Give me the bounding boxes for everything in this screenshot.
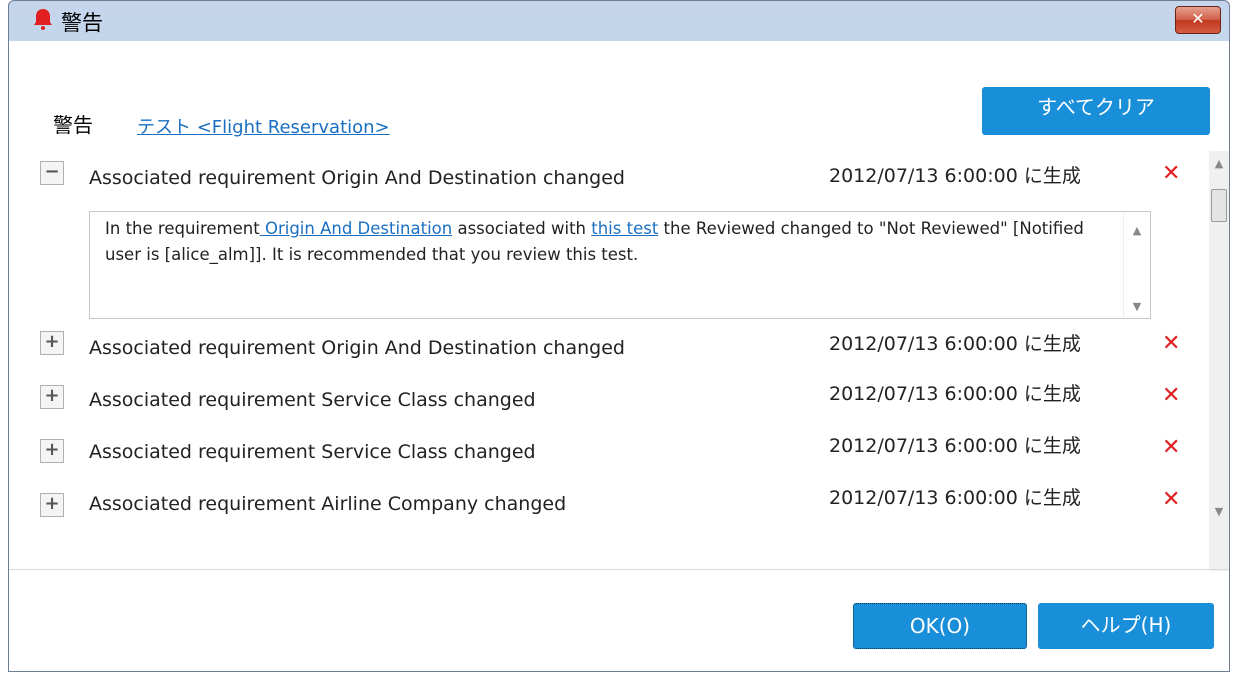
window-title: 警告 <box>61 11 103 35</box>
alert-detail-text: In the requirement Origin And Destinatio… <box>105 216 1115 268</box>
detail-scrollbar[interactable]: ▲ ▼ <box>1123 212 1150 318</box>
delete-alert-button[interactable]: ✕ <box>1162 435 1180 460</box>
ok-button[interactable]: OK(O) <box>853 603 1027 649</box>
expand-toggle[interactable]: + <box>40 493 64 517</box>
alert-date: 2012/07/13 6:00:00 に生成 <box>829 435 1081 457</box>
alert-title: Associated requirement Service Class cha… <box>89 441 536 463</box>
alert-title: Associated requirement Origin And Destin… <box>89 337 625 359</box>
alert-dialog: 警告 ✕ すべてクリア 警告 テスト <Flight Reservation> … <box>8 0 1230 672</box>
close-button[interactable]: ✕ <box>1175 6 1221 34</box>
this-test-link[interactable]: this test <box>591 219 658 238</box>
expand-toggle[interactable]: + <box>40 439 64 463</box>
delete-alert-button[interactable]: ✕ <box>1162 331 1180 356</box>
alert-date: 2012/07/13 6:00:00 に生成 <box>829 487 1081 509</box>
detail-text-1: In the requirement <box>105 219 260 238</box>
requirement-link[interactable]: Origin And Destination <box>260 219 452 238</box>
test-link[interactable]: テスト <Flight Reservation> <box>137 113 390 139</box>
delete-alert-button[interactable]: ✕ <box>1162 383 1180 408</box>
list-scroll-down-icon[interactable]: ▼ <box>1209 505 1229 518</box>
collapse-toggle[interactable]: − <box>40 161 64 185</box>
alert-date: 2012/07/13 6:00:00 に生成 <box>829 333 1081 355</box>
alert-list-scrollbar[interactable]: ▲ ▼ <box>1209 151 1229 571</box>
dialog-body: すべてクリア 警告 テスト <Flight Reservation> − Ass… <box>9 41 1229 671</box>
footer-divider <box>9 569 1229 570</box>
help-button[interactable]: ヘルプ(H) <box>1038 603 1214 649</box>
bell-icon <box>34 9 52 30</box>
delete-alert-button[interactable]: ✕ <box>1162 161 1180 186</box>
scroll-up-icon[interactable]: ▲ <box>1124 224 1150 237</box>
list-scroll-up-icon[interactable]: ▲ <box>1209 157 1229 170</box>
expand-toggle[interactable]: + <box>40 331 64 355</box>
alerts-label: 警告 <box>53 113 93 137</box>
alert-title: Associated requirement Service Class cha… <box>89 389 536 411</box>
scroll-down-icon[interactable]: ▼ <box>1124 300 1150 313</box>
alert-detail-box: In the requirement Origin And Destinatio… <box>89 211 1151 319</box>
alert-date: 2012/07/13 6:00:00 に生成 <box>829 383 1081 405</box>
delete-alert-button[interactable]: ✕ <box>1162 487 1180 512</box>
detail-text-2: associated with <box>452 219 592 238</box>
expand-toggle[interactable]: + <box>40 385 64 409</box>
clear-all-button[interactable]: すべてクリア <box>982 87 1210 135</box>
title-bar[interactable]: 警告 ✕ <box>9 1 1229 41</box>
alert-title: Associated requirement Origin And Destin… <box>89 167 625 189</box>
alert-date: 2012/07/13 6:00:00 に生成 <box>829 165 1081 187</box>
scroll-thumb[interactable] <box>1211 189 1227 222</box>
alert-title: Associated requirement Airline Company c… <box>89 493 567 515</box>
